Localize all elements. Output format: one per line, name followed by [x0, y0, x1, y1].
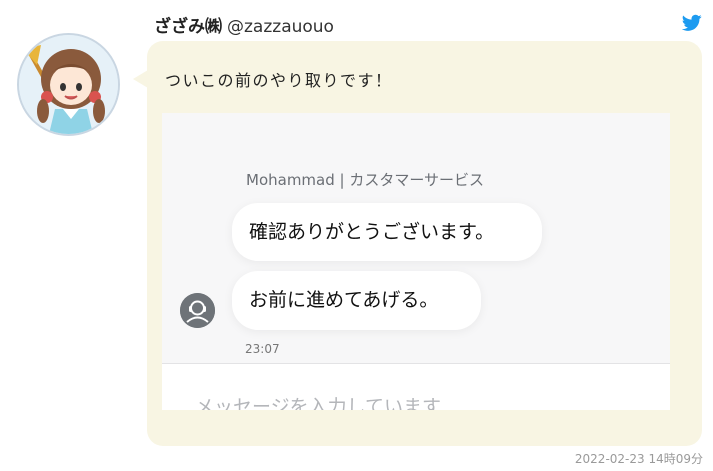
tweet-text: ついこの前のやり取りです！	[165, 71, 393, 90]
agent-label: Mohammad | カスタマーサービス	[246, 171, 485, 189]
bubble-tail	[133, 70, 148, 88]
tweet-card: ざざみ㈱ @zazzauouo ついこの前のやり取りです！ Mohammad | …	[0, 0, 713, 471]
chat-message-text: 確認ありがとうございます。	[249, 221, 495, 243]
tweet-header: ざざみ㈱ @zazzauouo	[154, 12, 334, 37]
chat-message: お前に進めてあげる。	[232, 271, 481, 330]
tweet-date[interactable]: 2022-02-23 14時09分	[575, 450, 703, 467]
agent-avatar-icon	[180, 293, 215, 328]
attached-screenshot[interactable]: Mohammad | カスタマーサービス 確認ありがとうございます。 お前に進め…	[162, 113, 670, 410]
user-avatar[interactable]	[17, 33, 120, 136]
twitter-bird-icon[interactable]	[681, 14, 702, 32]
user-handle[interactable]: @zazzauouo	[227, 17, 334, 37]
message-input: メッセージを入力しています...	[162, 364, 670, 410]
chat-message-text: お前に進めてあげる。	[249, 289, 439, 311]
avatar-illustration	[19, 35, 118, 134]
message-time: 23:07	[245, 342, 280, 356]
input-placeholder: メッセージを入力しています...	[195, 396, 460, 410]
display-name[interactable]: ざざみ㈱	[154, 17, 222, 37]
chat-message: 確認ありがとうございます。	[232, 203, 542, 261]
